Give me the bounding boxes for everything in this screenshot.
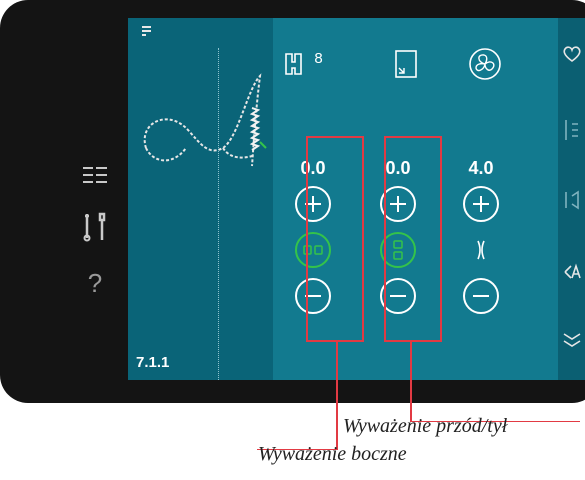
machine-frame: ? 8 0.0 0.0 4.0 7.1.1: [0, 0, 585, 403]
menu-list-icon[interactable]: [80, 160, 110, 190]
parameters-panel: 8 0.0 0.0 4.0: [273, 18, 558, 380]
stitch-options-icon[interactable]: [562, 118, 582, 142]
stitch-pattern-icon[interactable]: [562, 328, 582, 352]
right-toolbar: [558, 18, 585, 380]
presser-foot-icon[interactable]: 8: [279, 40, 327, 88]
step-indicator: 7.1.1: [136, 354, 170, 371]
side-balance-caption: Wyważenie boczne: [258, 443, 407, 465]
side-callout-line: [336, 342, 338, 450]
help-icon[interactable]: ?: [80, 268, 110, 298]
width-minus-button[interactable]: [463, 278, 499, 314]
stitch-preview: [128, 18, 273, 380]
width-plus-button[interactable]: [463, 186, 499, 222]
side-balance-highlight: [306, 136, 364, 342]
front-back-balance-caption: Wyważenie przód/tył: [343, 415, 508, 437]
favorite-icon[interactable]: [562, 44, 582, 64]
front-back-callout-line: [410, 342, 412, 422]
text-edit-icon[interactable]: [562, 260, 582, 284]
stitch-width-icon: [463, 232, 499, 268]
stabilizer-icon[interactable]: [382, 40, 430, 88]
front-back-balance-highlight: [384, 136, 442, 342]
flag-icon: [142, 26, 151, 36]
settings-tools-icon[interactable]: [80, 212, 110, 242]
speed-icon[interactable]: [461, 40, 509, 88]
stitch-edit-screen: 8 0.0 0.0 4.0 7.1.1: [128, 18, 585, 380]
width-value: 4.0: [468, 158, 494, 178]
mirror-icon[interactable]: [562, 188, 582, 212]
stitch-pattern-preview: [143, 73, 267, 167]
presser-foot-number: 8: [314, 49, 323, 67]
